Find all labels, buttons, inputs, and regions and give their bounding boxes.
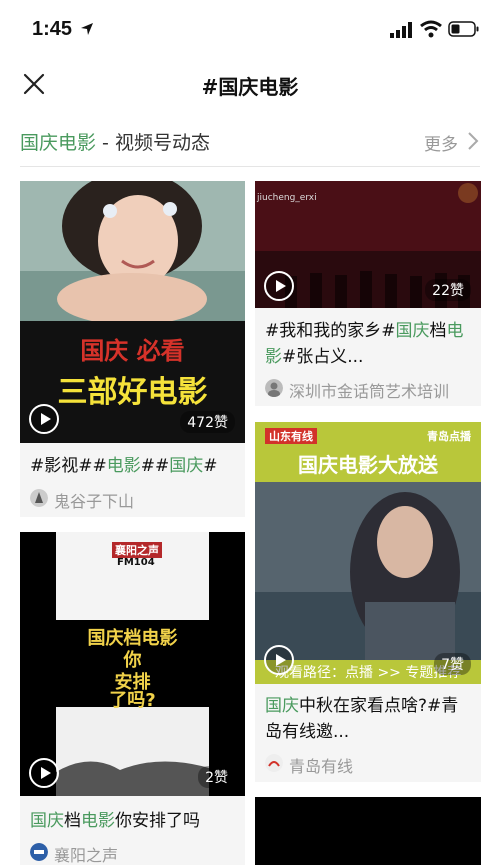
card-author[interactable]: 鬼谷子下山 <box>30 487 237 511</box>
card-author[interactable]: 襄阳之声 <box>30 841 237 865</box>
caption-text: ## <box>140 456 170 476</box>
video-thumbnail[interactable]: 山东有线 青岛点播 国庆电影大放送 观看路径：点播 >> 专题推荐 7赞 <box>255 422 481 684</box>
brand-logo-left: 山东有线 <box>265 428 317 444</box>
play-icon[interactable] <box>264 645 294 675</box>
play-icon[interactable] <box>29 758 59 788</box>
thumbnail-text-1: 国庆 必看 <box>80 337 185 365</box>
wifi-icon <box>420 20 442 38</box>
caption-hashtag[interactable]: 国庆 <box>169 456 203 476</box>
poster-banner: 国庆电影大放送 <box>298 453 438 477</box>
girl-in-water-photo <box>20 181 245 321</box>
caption-text: 你安排了吗 <box>115 811 200 831</box>
likes-count: 472赞 <box>180 411 235 433</box>
card-caption[interactable]: 国庆中秋在家看点啥?#青岛有线邀... <box>265 693 471 745</box>
card-caption[interactable]: 国庆档电影你安排了吗 <box>30 808 235 834</box>
card-author[interactable]: 深圳市金话筒艺术培训 <box>265 377 473 401</box>
video-card[interactable]: jiucheng_erxi 22赞 #我和我的家乡#国庆档电影#张占义... 深… <box>255 181 481 406</box>
video-thumbnail[interactable]: jiucheng_erxi 22赞 <box>255 181 481 308</box>
likes-count: 2赞 <box>198 766 235 788</box>
station-badge: 襄阳之声 <box>112 542 162 558</box>
chevron-right-icon[interactable] <box>466 131 480 151</box>
video-card[interactable] <box>255 797 481 865</box>
section-title-rest: - 视频号动态 <box>96 132 210 154</box>
video-thumbnail[interactable]: 国庆 必看 三部好电影 472赞 <box>20 181 245 443</box>
location-arrow-icon <box>81 23 93 35</box>
video-thumbnail[interactable] <box>255 797 481 865</box>
cellular-signal-icon <box>390 22 412 38</box>
video-card[interactable]: 襄阳之声 FM104 国庆档电影 你 安排 了吗? 2赞 国庆档电影你安排了吗 … <box>20 532 245 865</box>
caption-hashtag[interactable]: 国庆 <box>396 321 430 341</box>
card-author[interactable]: 青岛有线 <box>265 752 473 776</box>
play-icon[interactable] <box>264 271 294 301</box>
avatar <box>265 754 283 772</box>
author-name: 青岛有线 <box>289 757 354 776</box>
caption-hashtag[interactable]: 电影 <box>81 811 115 831</box>
divider <box>20 166 480 167</box>
video-card[interactable]: 山东有线 青岛点播 国庆电影大放送 观看路径：点播 >> 专题推荐 7赞 国庆中… <box>255 422 481 782</box>
author-name: 深圳市金话筒艺术培训 <box>289 382 450 401</box>
page-title: #国庆电影 <box>201 75 299 99</box>
author-name: 鬼谷子下山 <box>54 492 135 511</box>
card-caption[interactable]: #我和我的家乡#国庆档电影#张占义... <box>265 318 471 370</box>
section-title: 国庆电影 - 视频号动态 <box>20 128 210 155</box>
status-time: 1:45 <box>32 18 73 40</box>
likes-count: 7赞 <box>434 653 471 675</box>
section-title-highlight: 国庆电影 <box>20 132 97 154</box>
caption-text: # <box>203 456 218 476</box>
author-name: 襄阳之声 <box>54 846 119 865</box>
promo-text-4: 了吗? <box>109 690 156 711</box>
more-button[interactable]: 更多 <box>424 130 458 155</box>
caption-text: #我和我的家乡# <box>265 321 396 341</box>
caption-hashtag[interactable]: 电影 <box>107 456 141 476</box>
video-thumbnail[interactable]: 襄阳之声 FM104 国庆档电影 你 安排 了吗? 2赞 <box>20 532 245 796</box>
brand-logo-right: 青岛点播 <box>427 430 471 443</box>
caption-text: 档 <box>64 811 81 831</box>
caption-text: 档 <box>429 321 447 341</box>
avatar <box>30 843 48 861</box>
section-header: 国庆电影 - 视频号动态 更多 <box>20 126 480 156</box>
card-caption[interactable]: #影视##电影##国庆# <box>30 453 235 479</box>
caption-text: #影视## <box>30 456 107 476</box>
avatar <box>265 379 283 397</box>
avatar <box>30 489 48 507</box>
battery-icon <box>448 21 479 37</box>
video-card[interactable]: 国庆 必看 三部好电影 472赞 #影视##电影##国庆# 鬼谷子下山 <box>20 181 245 517</box>
caption-hashtag[interactable]: 国庆 <box>265 696 299 716</box>
thumbnail-text-2: 三部好电影 <box>57 375 208 410</box>
caption-text: #张占义... <box>282 347 364 367</box>
status-bar: 1:45 <box>0 0 500 58</box>
thumbnail-watermark: jiucheng_erxi <box>257 193 317 203</box>
caption-hashtag[interactable]: 国庆 <box>30 811 64 831</box>
likes-count: 22赞 <box>425 279 471 301</box>
station-badge-2: FM104 <box>117 557 155 568</box>
play-icon[interactable] <box>29 404 59 434</box>
